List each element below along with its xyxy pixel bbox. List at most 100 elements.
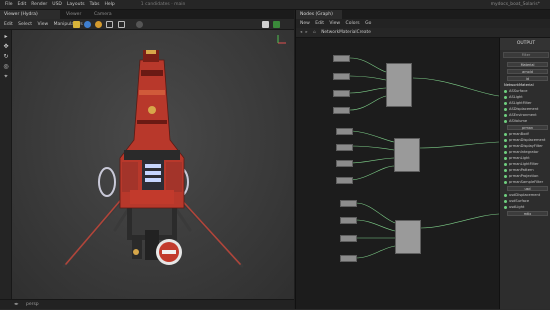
output-port[interactable]: prmanBxdf (504, 132, 529, 137)
menu-help[interactable]: Help (105, 0, 115, 10)
output-node-panel[interactable]: OUTPUT Filter Material arnold id NetworkMat… (499, 38, 550, 309)
output-port[interactable]: ASVolume (504, 119, 527, 124)
display-options-icon[interactable] (118, 21, 125, 28)
tab-viewer[interactable]: Viewer (62, 10, 88, 19)
home-icon[interactable]: ⌂ (313, 30, 316, 35)
output-port[interactable]: usdDisplacement (504, 193, 540, 198)
menu-edit[interactable]: Edit (18, 0, 27, 10)
output-port[interactable]: ASSurface (504, 89, 527, 94)
menu-usd[interactable]: USD (52, 0, 62, 10)
tab-nodes[interactable]: Nodes (Graph) (296, 10, 342, 19)
menu-edit[interactable]: Edit (4, 19, 13, 30)
view-settings-icon[interactable] (136, 21, 143, 28)
net-menu-edit[interactable]: Edit (315, 19, 324, 28)
grid-icon[interactable] (106, 21, 113, 28)
output-port[interactable]: prmanLight (504, 156, 530, 161)
port-connector-icon[interactable] (504, 89, 507, 93)
menu-render[interactable]: Render (31, 0, 47, 10)
back-icon[interactable]: ◂ (300, 30, 302, 35)
output-port[interactable]: prmanDisplacement (504, 138, 545, 143)
output-port[interactable]: ASDisplacement (504, 107, 538, 112)
node-graph[interactable] (296, 38, 499, 309)
node-texture-9[interactable] (340, 200, 357, 207)
output-field[interactable]: usd (507, 186, 548, 191)
port-connector-icon[interactable] (504, 138, 507, 142)
output-port[interactable]: prmanProjection (504, 174, 538, 179)
output-field[interactable]: mtlx (507, 211, 548, 216)
select-icon[interactable]: ▸ (3, 34, 9, 40)
output-port[interactable]: prmanSampleFilter (504, 180, 543, 185)
net-menu-new[interactable]: New (300, 19, 310, 28)
node-texture-8[interactable] (336, 177, 353, 184)
net-menu-go[interactable]: Go (365, 19, 371, 28)
camera-icon-small[interactable]: ◂▸ (14, 302, 19, 307)
node-texture-10[interactable] (340, 217, 357, 224)
menu-layouts[interactable]: Layouts (67, 0, 85, 10)
camera-icon[interactable] (84, 21, 91, 28)
output-port[interactable]: ASEnvironment (504, 113, 537, 118)
menu-view[interactable]: View (37, 19, 48, 30)
menu-select[interactable]: Select (18, 19, 32, 30)
move-icon[interactable]: ✥ (3, 44, 9, 50)
output-port[interactable]: ASLightFilter (504, 101, 532, 106)
output-field[interactable]: prman (507, 125, 548, 130)
net-menu-view[interactable]: View (329, 19, 340, 28)
node-arnold-surface[interactable] (386, 63, 412, 107)
port-connector-icon[interactable] (504, 168, 507, 172)
output-field[interactable]: Material (507, 62, 548, 67)
output-port[interactable]: ASLight (504, 95, 523, 100)
tab-camera[interactable]: Camera (90, 10, 120, 19)
output-field[interactable]: arnold (507, 69, 548, 74)
node-texture-1[interactable] (333, 55, 350, 62)
port-connector-icon[interactable] (504, 113, 507, 117)
port-connector-icon[interactable] (504, 119, 507, 123)
node-texture-5[interactable] (336, 128, 353, 135)
port-connector-icon[interactable] (504, 101, 507, 105)
port-connector-icon[interactable] (504, 205, 507, 209)
node-texture-12[interactable] (340, 255, 357, 262)
node-texture-2[interactable] (333, 73, 350, 80)
tab-viewer-hydra[interactable]: Viewer (Hydra) (0, 10, 60, 19)
port-connector-icon[interactable] (504, 162, 507, 166)
output-port[interactable]: usdSurface (504, 199, 529, 204)
output-field[interactable]: id (507, 76, 548, 81)
port-connector-icon[interactable] (504, 144, 507, 148)
port-connector-icon[interactable] (504, 156, 507, 160)
lighting-icon[interactable] (73, 21, 80, 28)
output-port-label: usdLight (509, 205, 525, 209)
port-connector-icon[interactable] (504, 193, 507, 197)
render-icon[interactable] (95, 21, 102, 28)
menu-tabs[interactable]: Tabs (90, 0, 100, 10)
port-connector-icon[interactable] (504, 150, 507, 154)
snap-icon[interactable]: ⌖ (3, 74, 9, 80)
3d-viewport[interactable] (12, 30, 294, 299)
output-port[interactable]: usdLight (504, 205, 524, 210)
port-connector-icon[interactable] (504, 107, 507, 111)
port-connector-icon[interactable] (504, 95, 507, 99)
menu-file[interactable]: File (5, 0, 13, 10)
net-menu-colors[interactable]: Colors (346, 19, 360, 28)
node-texture-3[interactable] (333, 90, 350, 97)
rotate-icon[interactable]: ↻ (3, 54, 9, 60)
snapshot-icon[interactable] (262, 21, 269, 28)
port-connector-icon[interactable] (504, 180, 507, 184)
viewport-camera-label[interactable]: persp (26, 302, 39, 307)
hydra-delegate-icon[interactable] (273, 21, 280, 28)
output-port[interactable]: prmanDisplayFilter (504, 144, 543, 149)
node-usd-preview-surface[interactable] (395, 220, 421, 254)
node-texture-4[interactable] (333, 107, 350, 114)
output-filter-input[interactable]: Filter (503, 52, 549, 58)
port-connector-icon[interactable] (504, 199, 507, 203)
network-path[interactable]: NetworkMaterialCreate (321, 30, 371, 35)
forward-icon[interactable]: ▸ (306, 30, 308, 35)
node-texture-11[interactable] (340, 235, 357, 242)
output-port[interactable]: prmanPattern (504, 168, 534, 173)
port-connector-icon[interactable] (504, 132, 507, 136)
node-prman-bxdf[interactable] (394, 138, 420, 172)
node-texture-7[interactable] (336, 160, 353, 167)
node-texture-6[interactable] (336, 144, 353, 151)
scale-icon[interactable]: ◎ (3, 64, 9, 70)
output-port[interactable]: prmanIntegrator (504, 150, 539, 155)
port-connector-icon[interactable] (504, 174, 507, 178)
output-port[interactable]: prmanLightFilter (504, 162, 539, 167)
